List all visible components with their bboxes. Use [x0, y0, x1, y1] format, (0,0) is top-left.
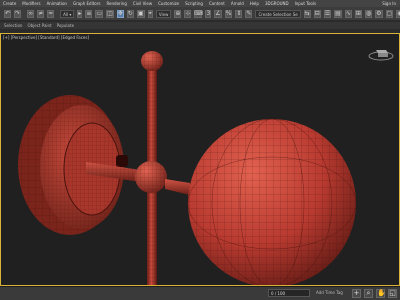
menu-rendering[interactable]: Rendering [103, 0, 129, 7]
select-manipulate-icon[interactable]: ⊹ [184, 9, 192, 18]
menu-bar: Create Modifiers Animation Graph Editors… [0, 0, 400, 7]
app-window: Create Modifiers Animation Graph Editors… [0, 0, 400, 300]
rectangular-selection-icon[interactable]: ▭ [95, 9, 104, 18]
pole-top-knob[interactable] [141, 51, 163, 71]
menu-modifiers[interactable]: Modifiers [19, 0, 43, 7]
pivot-center-icon[interactable]: ⊕ [174, 9, 182, 18]
viewport-label[interactable]: [+] [Perspective] [Standard] [Edged Face… [3, 35, 89, 40]
angle-snap-icon[interactable]: ∠ [214, 9, 222, 18]
ribbon-bar: Selection Object Paint Populate [0, 22, 400, 29]
sign-in-link[interactable]: Sign In [382, 0, 396, 7]
menu-graph-editors[interactable]: Graph Editors [70, 0, 103, 7]
add-icon[interactable]: + [352, 289, 361, 298]
selection-filter-dropdown[interactable]: All ▾ [60, 9, 75, 18]
mirror-icon[interactable]: ⇆ [303, 9, 311, 18]
maximize-viewport-icon[interactable]: ◱ [388, 289, 397, 298]
add-time-tag-button[interactable]: Add Time Tag [316, 289, 343, 297]
select-by-name-icon[interactable]: ≡ [85, 9, 93, 18]
joint-sphere[interactable] [135, 161, 190, 195]
wall-mount-plate[interactable] [18, 95, 128, 235]
ribbon-tab-selection[interactable]: Selection [4, 23, 22, 28]
perspective-viewport[interactable]: [+] [Perspective] [Standard] [Edged Face… [0, 33, 400, 286]
schematic-view-icon[interactable]: ⊞ [354, 9, 362, 18]
viewport-canvas [18, 51, 357, 286]
render-setup-icon[interactable]: ⚙ [375, 9, 383, 18]
curve-editor-icon[interactable]: ∿ [344, 9, 352, 18]
viewcube-icon[interactable] [368, 47, 394, 61]
select-and-place-icon[interactable]: ⌖ [147, 9, 153, 18]
spinner-snap-icon[interactable]: ⇕ [235, 9, 243, 18]
toggle-ribbon-icon[interactable]: ▤ [334, 9, 342, 18]
align-icon[interactable]: ⊟ [313, 9, 321, 18]
rendered-frame-window-icon[interactable]: ▢ [385, 9, 394, 18]
percent-snap-icon[interactable]: % [224, 9, 233, 18]
ribbon-tab-populate[interactable]: Populate [57, 23, 74, 28]
status-bar: 0 / 100 Add Time Tag + ⌕ ✋ ◱ [0, 286, 400, 300]
menu-create[interactable]: Create [0, 0, 19, 7]
named-selection-set-dropdown[interactable]: Create Selection Se [255, 9, 301, 18]
main-toolbar: ↶ ↷ ∞ ≠ ≈ All ▾ ▸ ≡ ▭ ◫ ✥ ↻ ▣ ⌖ View ⊕ ⊹… [0, 7, 400, 21]
menu-content[interactable]: Content [206, 0, 228, 7]
render-production-icon[interactable]: ◉ [396, 9, 400, 18]
keyboard-shortcut-icon[interactable]: ⌨ [194, 9, 203, 18]
ribbon-tab-object-paint[interactable]: Object Paint [27, 23, 51, 28]
menu-3dground[interactable]: 3DGROUND [262, 0, 292, 7]
link-icon[interactable]: ∞ [27, 9, 35, 18]
window-crossing-icon[interactable]: ◫ [106, 9, 114, 18]
menu-input-tools[interactable]: Input Tools [292, 0, 319, 7]
edit-named-selection-icon[interactable]: ✎ [245, 9, 253, 18]
menu-customize[interactable]: Customize [155, 0, 182, 7]
unlink-icon[interactable]: ≠ [37, 9, 45, 18]
large-sphere[interactable] [187, 118, 357, 286]
menu-civil-view[interactable]: Civil View [130, 0, 155, 7]
select-and-rotate-icon[interactable]: ↻ [126, 9, 134, 18]
menu-animation[interactable]: Animation [44, 0, 70, 7]
redo-icon[interactable]: ↷ [14, 9, 22, 18]
snaps-toggle-icon[interactable]: 3 [205, 9, 212, 18]
menu-scripting[interactable]: Scripting [182, 0, 206, 7]
layer-explorer-icon[interactable]: ☰ [323, 9, 332, 18]
select-object-icon[interactable]: ▸ [77, 9, 83, 18]
pan-view-icon[interactable]: ✋ [376, 289, 386, 298]
time-slider-readout[interactable]: 0 / 100 [268, 289, 310, 297]
material-editor-icon[interactable]: ◍ [364, 9, 373, 18]
undo-icon[interactable]: ↶ [4, 9, 12, 18]
reference-coordinate-dropdown[interactable]: View [155, 9, 172, 18]
bind-spacewarp-icon[interactable]: ≈ [47, 9, 55, 18]
zoom-icon[interactable]: ⌕ [364, 289, 373, 298]
select-and-scale-icon[interactable]: ▣ [136, 9, 145, 18]
menu-help[interactable]: Help [247, 0, 262, 7]
menu-arnold[interactable]: Arnold [228, 0, 247, 7]
select-and-move-icon[interactable]: ✥ [116, 9, 124, 18]
